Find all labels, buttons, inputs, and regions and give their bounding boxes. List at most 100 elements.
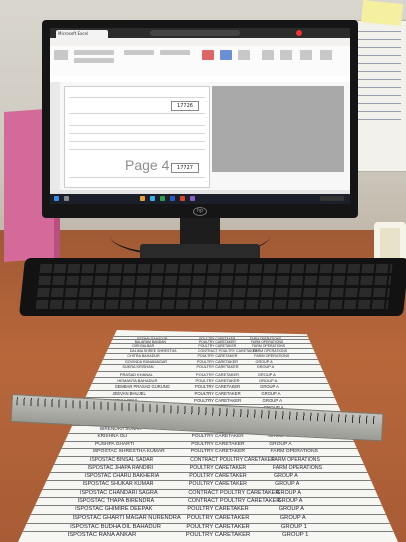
sheet-cell-role: POULTRY CARETAKER xyxy=(196,365,239,370)
sheet-cell-role: CONTRACT POULTRY CARETAKER xyxy=(188,489,280,496)
sheet-cell-role: POULTRY CARETAKER xyxy=(194,397,242,403)
excel-icon[interactable] xyxy=(160,196,165,201)
number-format[interactable] xyxy=(160,50,190,55)
key-row xyxy=(35,300,389,309)
sheet-cell-name: ISPOSTAC BINSAL SADAR xyxy=(90,457,154,464)
keyboard xyxy=(18,258,406,316)
start-icon[interactable] xyxy=(54,196,59,201)
sheet-cell-role: POULTRY CARETAKER xyxy=(190,449,246,455)
insert-icon[interactable] xyxy=(262,50,274,60)
sheet-cell-role: POULTRY CARETAKER xyxy=(185,532,251,539)
format-table-icon[interactable] xyxy=(220,50,232,60)
sheet-cell-group: GROUP A xyxy=(278,506,305,513)
sheet-cell-role: POULTRY CARETAKER xyxy=(189,465,247,472)
app-icon[interactable] xyxy=(180,196,185,201)
sheet-cell-role: CONTRACT POULTRY CARETAKER xyxy=(187,498,281,505)
sheet-cell-role: POULTRY CARETAKER xyxy=(195,384,241,390)
sheet-cell-name: ISPOSTAC THAPA BIRENDRA xyxy=(77,498,155,505)
sheet-cell-name: ISPOSTAC CHANDARI SAGRA xyxy=(80,489,158,496)
sheet-cell-name: ISPOSTAC JHAPA RANDIRI xyxy=(87,465,154,472)
sheet-cell-name: ISPOSTAC RANA ANKAR xyxy=(67,532,137,539)
sort-icon[interactable] xyxy=(300,50,312,60)
search-icon[interactable] xyxy=(64,196,69,201)
print-page: 17726 17727 Page 4 xyxy=(64,86,210,188)
sheet-cell-name: JEEVAN BHUJEL xyxy=(112,390,146,396)
sheet-cell-name: GOVINDA RANAMAGAR xyxy=(124,359,168,364)
sheet-cell-role: POULTRY CARETAKER xyxy=(187,506,249,513)
font-selector[interactable] xyxy=(74,50,114,55)
paste-icon[interactable] xyxy=(54,50,68,60)
sheet-cell-group: GROUP A xyxy=(273,473,298,480)
sheet-cell-group: GROUP 1 xyxy=(280,523,307,530)
cell-value-box: 17727 xyxy=(171,163,199,173)
sheet-cell-role: POULTRY CARETAKER xyxy=(186,523,250,530)
sheet-cell-role: POULTRY CARETAKER xyxy=(186,514,250,521)
sheet-cell-group: FARM OPERATIONS xyxy=(270,449,318,455)
sticky-note xyxy=(360,0,404,27)
sheet-cell-group: GROUP A xyxy=(277,498,303,505)
alignment-buttons[interactable] xyxy=(124,50,154,55)
sheet-cell-name: PUSHPA GHARTI xyxy=(94,441,135,447)
record-icon xyxy=(296,30,302,36)
cell-styles-icon[interactable] xyxy=(238,50,250,60)
sheet-cell-name: ISPOSTAC BUDHA DIL BAHADUR xyxy=(70,523,161,530)
find-icon[interactable] xyxy=(320,50,332,60)
folder-icon[interactable] xyxy=(140,196,145,201)
sheet-cell-group: GROUP A xyxy=(262,397,283,403)
sheet-cell-role: POULTRY CARETAKER xyxy=(188,481,248,488)
sheet-cell-role: POULTRY CARETAKER xyxy=(191,434,244,439)
sheet-cell-group: GROUP A xyxy=(269,441,292,447)
sheet-cell-group: FARM OPERATIONS xyxy=(254,354,290,359)
delete-icon[interactable] xyxy=(280,50,292,60)
sheet-cell-name: SUKRA KRISHAN xyxy=(122,365,154,370)
sheet-cell-group: GROUP A xyxy=(275,481,300,488)
sheet-cell-role: POULTRY CARETAKER xyxy=(196,371,240,377)
sheet-cell-name: ISPOSTAC SHUKAR KUMAR xyxy=(82,481,154,488)
monitor-logo-icon: hp xyxy=(193,207,207,216)
search-bar[interactable] xyxy=(150,30,240,36)
spreadsheet-area[interactable]: 17726 17727 Page 4 xyxy=(50,82,350,190)
sheet-cell-role: POULTRY CARETAKER xyxy=(197,354,238,359)
sheet-cell-group: GROUP A xyxy=(259,377,278,383)
browser-icon[interactable] xyxy=(150,196,155,201)
font-style-buttons[interactable] xyxy=(74,58,114,63)
conditional-format-icon[interactable] xyxy=(202,50,214,60)
sheet-cell-name: CHITRA BAHADUR xyxy=(127,354,160,359)
ribbon-toolbar xyxy=(50,46,350,77)
photo-scene: hp Microsoft Excel 17726 17727 Page 4 BA… xyxy=(0,0,406,542)
sheet-cell-role: POULTRY CARETAKER xyxy=(196,359,238,364)
clock-area[interactable] xyxy=(320,196,344,201)
sheet-cell-group: FARM OPERATIONS xyxy=(272,465,323,472)
page-break-label: Page 4 xyxy=(125,157,170,173)
sheet-cell-group: GROUP A xyxy=(276,489,301,496)
sheet-cell-name: ISPOSTAC CHARU BAKHERIA xyxy=(85,473,160,480)
sheet-cell-role: POULTRY CARETAKER xyxy=(194,390,241,396)
app-icon[interactable] xyxy=(190,196,195,201)
sheet-cell-group: GROUP A xyxy=(256,365,275,370)
word-icon[interactable] xyxy=(170,196,175,201)
sheet-cell-group: GROUP A xyxy=(257,371,276,377)
cell-value-box: 17726 xyxy=(171,101,199,111)
sheet-cell-name: SEMBAR PRASAD GURUNG xyxy=(114,384,170,390)
sheet-cell-role: POULTRY CARETAKER xyxy=(191,441,245,447)
sheet-cell-name: ISPOSTAC GHARTI MAGAR NURENDRA xyxy=(72,514,181,521)
sheet-cell-role: POULTRY CARETAKER xyxy=(195,377,240,383)
key-row xyxy=(36,288,390,297)
sheet-cell-name: HEMANTA BAHADUR xyxy=(117,377,158,383)
sheet-cell-group: GROUP A xyxy=(261,390,281,396)
row-headers xyxy=(50,82,60,190)
sheet-cell-name: PRASAD KHANAL xyxy=(119,371,153,377)
monitor-screen: Microsoft Excel 17726 17727 Page 4 xyxy=(50,28,350,204)
key-row xyxy=(39,264,393,273)
taskbar xyxy=(50,194,350,204)
sheet-cell-group: GROUP A xyxy=(279,514,306,521)
sheet-cell-role: CONTRACT POULTRY CARETAKER xyxy=(190,457,275,464)
sheet-cell-group: GROUP A xyxy=(260,384,279,390)
sheet-cell-group: FARM OPERATIONS xyxy=(271,457,320,464)
menu-bar xyxy=(50,38,350,46)
sheet-cell-name: KRISHNA OLI xyxy=(97,434,128,439)
sheet-cell-group: GROUP A xyxy=(255,359,273,364)
window-titlebar: Microsoft Excel xyxy=(50,28,350,38)
sheet-cell-name: ISPOSTAC GHIMIRE DEEPAK xyxy=(75,506,153,513)
browser-tab[interactable]: Microsoft Excel xyxy=(56,30,108,38)
